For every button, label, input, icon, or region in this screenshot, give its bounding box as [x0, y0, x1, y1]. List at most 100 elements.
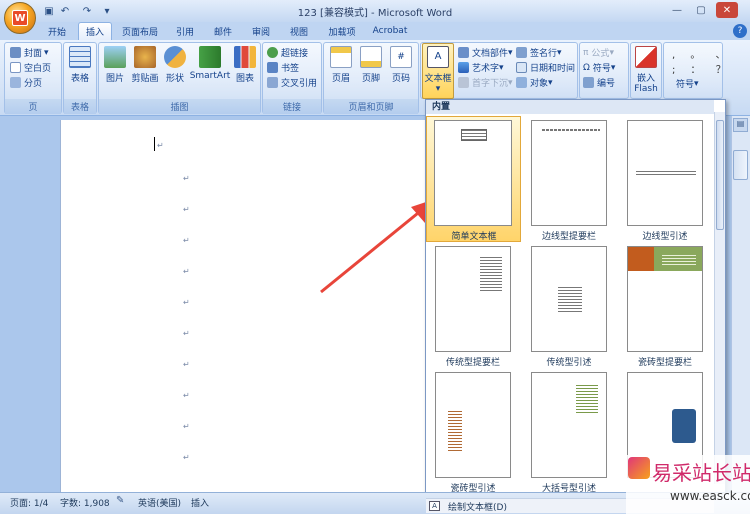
tab-review[interactable]: 审阅	[244, 22, 278, 40]
scrollbar-thumb[interactable]	[733, 150, 748, 180]
numbering-button[interactable]: 编号	[583, 75, 615, 90]
bookmark-button[interactable]: 书签	[267, 60, 299, 75]
site-logo-icon	[628, 457, 650, 479]
gallery-label: 边线型引述	[642, 232, 688, 242]
cross-reference-button[interactable]: 交叉引用	[267, 75, 317, 90]
gallery-section-header: 内置	[426, 100, 714, 114]
shapes-button[interactable]: 形状	[162, 46, 188, 84]
shapes-icon	[164, 46, 186, 68]
gallery-item-simple-textbox[interactable]	[434, 120, 512, 226]
footer-icon	[360, 46, 382, 68]
clipart-icon	[134, 46, 156, 68]
group-label-header-footer: 页眉和页脚	[324, 99, 418, 114]
cross-reference-icon	[267, 77, 278, 88]
gallery-label: 简单文本框	[451, 232, 497, 242]
symbol-button[interactable]: Ω 符号 ▾	[583, 60, 615, 75]
group-label-links: 链接	[263, 99, 321, 114]
gallery-label: 瓷砖型提要栏	[637, 358, 692, 368]
table-button[interactable]: 表格	[66, 46, 94, 84]
gallery-item-brace-quote[interactable]	[531, 372, 607, 478]
header-button[interactable]: 页眉	[327, 46, 355, 84]
tab-references[interactable]: 引用	[168, 22, 202, 40]
signature-line-icon	[516, 47, 527, 58]
page-break-button[interactable]: 分页	[10, 75, 42, 90]
office-button[interactable]: W	[4, 2, 36, 34]
numbering-icon	[583, 77, 594, 88]
table-icon	[69, 46, 91, 68]
maximize-icon[interactable]: ▢	[690, 2, 712, 18]
gallery-item-classic-sidebar[interactable]	[435, 246, 511, 352]
footer-button[interactable]: 页脚	[357, 46, 385, 84]
language-status[interactable]: 英语(美国)	[138, 496, 181, 509]
hyperlink-icon	[267, 47, 278, 58]
site-watermark: 易采站长站 www.easck.com	[626, 455, 750, 514]
tab-home[interactable]: 开始	[40, 22, 74, 40]
wordart-button[interactable]: 艺术字 ▾	[458, 60, 504, 75]
group-label-illustrations: 插图	[99, 99, 260, 114]
tab-page-layout[interactable]: 页面布局	[116, 22, 164, 40]
blank-page-button[interactable]: 空白页	[10, 60, 51, 75]
tab-addins[interactable]: 加载项	[322, 22, 362, 40]
chart-button[interactable]: 图表	[232, 46, 258, 84]
quick-parts-icon	[458, 47, 469, 58]
document-page[interactable]	[60, 120, 425, 492]
group-label-tables: 表格	[64, 99, 96, 114]
paragraph-mark-icon: ↵	[183, 391, 190, 400]
insert-mode-status[interactable]: 插入	[191, 496, 209, 509]
paragraph-mark-icon: ↵	[183, 174, 190, 183]
wordart-icon	[458, 62, 469, 73]
page-number-button[interactable]: # 页码	[387, 46, 415, 84]
punctuation-grid[interactable]: , 。 、; ： ？	[672, 46, 732, 76]
paragraph-mark-icon: ↵	[183, 236, 190, 245]
proofing-icon[interactable]: ✎	[116, 495, 128, 507]
gallery-scrollbar-thumb[interactable]	[716, 120, 724, 230]
gallery-item-tile-sidebar[interactable]	[627, 246, 703, 352]
header-icon	[330, 46, 352, 68]
paragraph-mark-icon: ↵	[183, 298, 190, 307]
paragraph-mark-icon: ↵	[183, 422, 190, 431]
red-arrow-annotation	[320, 199, 435, 294]
equation-button[interactable]: π 公式 ▾	[583, 45, 614, 60]
quick-parts-button[interactable]: 文档部件 ▾	[458, 45, 513, 60]
page-number-icon: #	[390, 46, 412, 68]
textbox-button[interactable]: A 文本框 ▾	[422, 43, 454, 99]
ruler-toggle-icon[interactable]: ▤	[733, 118, 748, 132]
picture-button[interactable]: 图片	[102, 46, 128, 84]
gallery-item-edge-sidebar[interactable]	[531, 120, 607, 226]
clipart-button[interactable]: 剪贴画	[130, 46, 160, 84]
gallery-item-edge-quote[interactable]	[627, 120, 703, 226]
gallery-item-classic-quote[interactable]	[531, 246, 607, 352]
flash-icon	[635, 46, 657, 68]
object-button[interactable]: 对象 ▾	[516, 75, 553, 90]
paragraph-mark-icon: ↵	[183, 205, 190, 214]
date-time-button[interactable]: 日期和时间	[516, 60, 575, 75]
hyperlink-button[interactable]: 超链接	[267, 45, 308, 60]
text-cursor	[154, 137, 155, 151]
signature-line-button[interactable]: 签名行 ▾	[516, 45, 562, 60]
page-break-icon	[10, 77, 21, 88]
bookmark-icon	[267, 62, 278, 73]
tab-view[interactable]: 视图	[282, 22, 316, 40]
tab-acrobat[interactable]: Acrobat	[368, 22, 412, 40]
paragraph-mark-icon: ↵	[183, 453, 190, 462]
pi-icon: π	[583, 47, 589, 58]
drop-cap-button[interactable]: 首字下沉 ▾	[458, 75, 513, 90]
smartart-icon	[199, 46, 221, 68]
close-icon[interactable]: ✕	[716, 2, 738, 18]
gallery-label: 传统型提要栏	[445, 358, 500, 368]
paragraph-mark-icon: ↵	[157, 141, 164, 150]
cover-page-button[interactable]: 封面 ▾	[10, 45, 49, 60]
help-icon[interactable]: ?	[733, 24, 747, 38]
tab-insert[interactable]: 插入	[78, 22, 112, 40]
page-count[interactable]: 页面: 1/4	[10, 496, 48, 509]
special-symbol-button[interactable]: 符号 ▾	[676, 76, 699, 91]
chart-icon	[234, 46, 256, 68]
minimize-icon[interactable]: —	[666, 2, 688, 18]
tab-mailings[interactable]: 邮件	[206, 22, 240, 40]
picture-icon	[104, 46, 126, 68]
word-count[interactable]: 字数: 1,908	[60, 496, 110, 509]
textbox-icon: A	[427, 46, 449, 68]
embed-flash-button[interactable]: 嵌入 Flash	[632, 46, 660, 94]
gallery-item-tile-quote[interactable]	[435, 372, 511, 478]
smartart-button[interactable]: SmartArt	[190, 46, 230, 81]
